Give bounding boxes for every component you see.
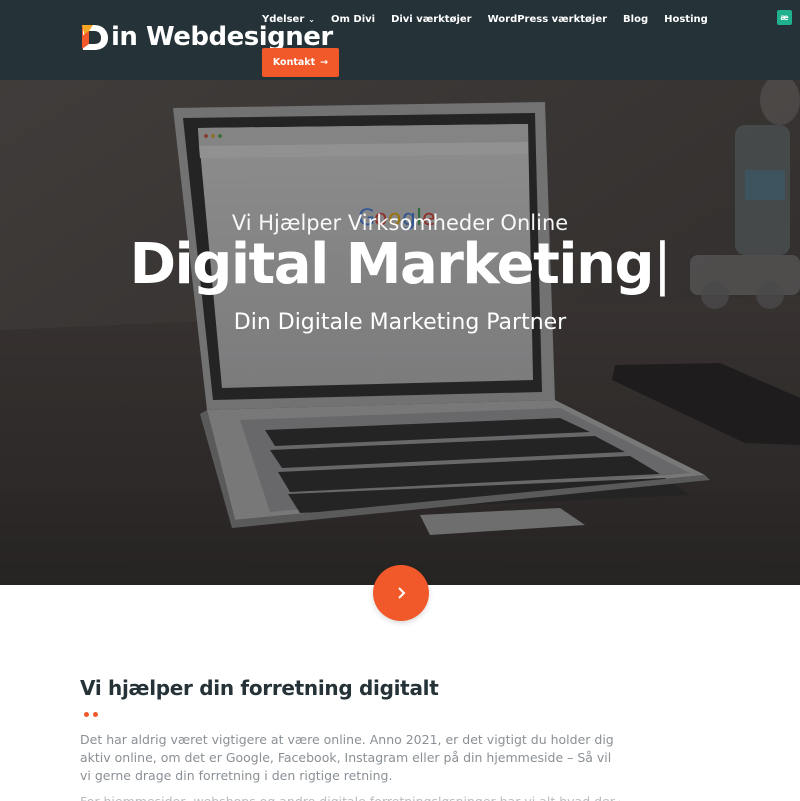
typing-cursor: |	[653, 232, 672, 297]
nav-label: Om Divi	[330, 14, 376, 25]
scroll-down-button[interactable]	[373, 565, 429, 621]
kontakt-label: Kontakt	[272, 57, 316, 68]
section-heading: Vi hjælper din forretning digitalt	[80, 676, 439, 700]
site-header: in Webdesigner Ydelser ⌄ Om Divi Divi væ…	[0, 0, 800, 80]
nav-label: Ydelser	[262, 14, 305, 25]
nav-label: Blog	[623, 14, 649, 25]
second-paragraph: For hjemmesider, webshops og andre digit…	[80, 793, 620, 801]
nav-item-divi-vaerktojer[interactable]: Divi værktøjer	[391, 14, 472, 25]
kontakt-button[interactable]: Kontakt →	[262, 48, 339, 77]
hero-tagline: Din Digitale Marketing Partner	[233, 310, 567, 335]
main-nav: Ydelser ⌄ Om Divi Divi værktøjer WordPre…	[262, 14, 724, 25]
logo-mark-icon	[82, 25, 108, 50]
nav-label: Hosting	[664, 14, 708, 25]
hero-section: G o o g l e Vi Hjælper Virksomheder Onli…	[0, 80, 800, 585]
nav-item-blog[interactable]: Blog	[623, 14, 648, 25]
nav-label: WordPress værktøjer	[487, 14, 608, 25]
chevron-down-icon: ⌄	[308, 15, 315, 24]
hero-title: Digital Marketing|	[0, 232, 800, 297]
hero-title-text: Digital Marketing	[129, 232, 655, 297]
chevron-right-icon	[398, 587, 406, 599]
intro-paragraph: Det har aldrig været vigtigere at være o…	[80, 732, 614, 783]
accessibility-badge-icon[interactable]: æ	[777, 10, 792, 25]
nav-item-wordpress-vaerktojer[interactable]: WordPress værktøjer	[488, 14, 607, 25]
nav-item-ydelser[interactable]: Ydelser ⌄	[262, 14, 315, 25]
nav-item-om-divi[interactable]: Om Divi	[331, 14, 375, 25]
nav-item-hosting[interactable]: Hosting	[664, 14, 708, 25]
arrow-right-icon: →	[320, 57, 329, 68]
nav-label: Divi værktøjer	[391, 14, 472, 25]
heading-divider-dots	[84, 712, 98, 717]
